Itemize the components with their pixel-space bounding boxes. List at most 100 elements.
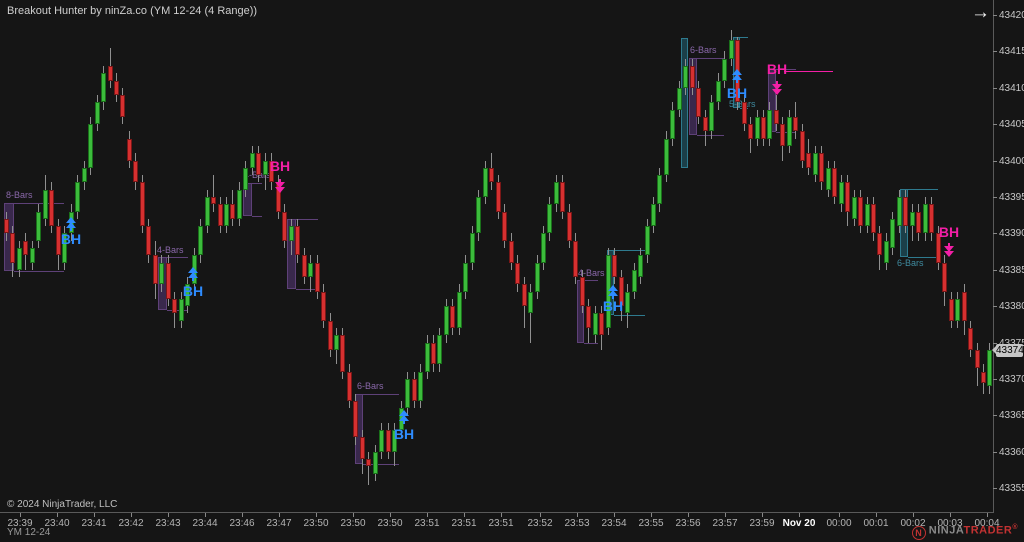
- candle: [800, 131, 805, 160]
- candle: [696, 88, 701, 117]
- bh-signal-line: [784, 71, 833, 72]
- time-axis-tick: [501, 513, 502, 517]
- candle: [502, 212, 507, 241]
- time-axis-tick: [94, 513, 95, 517]
- candle: [586, 306, 591, 328]
- breakout-zone-line: [908, 189, 938, 190]
- breakout-zone-line: [167, 257, 188, 258]
- candle: [82, 168, 87, 183]
- candle: [450, 306, 455, 328]
- bh-signal-label: BH: [384, 426, 424, 442]
- candle: [677, 88, 682, 110]
- candle: [535, 263, 540, 292]
- candle: [95, 102, 100, 124]
- price-axis[interactable]: [993, 0, 994, 513]
- time-axis-tick: [614, 513, 615, 517]
- candle: [36, 212, 41, 241]
- logo-ninja-text: NINJA: [929, 525, 964, 537]
- time-axis-tick: [427, 513, 428, 517]
- candle: [360, 437, 365, 459]
- candle: [334, 335, 339, 350]
- price-axis-tick-label: 43405: [999, 119, 1024, 130]
- candle: [159, 263, 164, 285]
- candle: [528, 292, 533, 314]
- bh-signal-label: BH: [51, 231, 91, 247]
- time-axis-tick: [390, 513, 391, 517]
- ninjatrader-chart-window: 8-Bars4-Bars4-Bars6-Bars4-Bars6-Bars5-Ba…: [0, 0, 1024, 542]
- candle: [755, 117, 760, 139]
- candle: [806, 153, 811, 168]
- candle: [444, 306, 449, 335]
- time-axis-tick: [950, 513, 951, 517]
- candle: [975, 350, 980, 368]
- candle: [774, 110, 779, 125]
- candle: [832, 168, 837, 197]
- candle: [877, 233, 882, 255]
- time-axis-tick: [839, 513, 840, 517]
- candle: [748, 124, 753, 139]
- candle: [942, 263, 947, 292]
- time-axis-tick: [279, 513, 280, 517]
- candle: [172, 299, 177, 314]
- candle: [722, 59, 727, 81]
- candle: [560, 182, 565, 211]
- candle: [218, 204, 223, 226]
- candle: [405, 379, 410, 408]
- candle: [962, 292, 967, 321]
- candle: [780, 124, 785, 146]
- logo-trader-text: TRADER: [963, 525, 1012, 537]
- current-price-tag: 43374: [996, 344, 1023, 357]
- breakout-zone-line: [584, 280, 598, 281]
- candle: [547, 204, 552, 233]
- price-axis-tick-label: 43420: [999, 10, 1024, 21]
- time-axis[interactable]: [0, 512, 994, 513]
- candle: [237, 190, 242, 219]
- candle: [315, 263, 320, 292]
- price-axis-tick: [993, 233, 997, 234]
- time-axis-tick: [987, 513, 988, 517]
- time-axis-tick: [353, 513, 354, 517]
- price-axis-tick: [993, 197, 997, 198]
- time-axis-tick: [168, 513, 169, 517]
- breakout-zone-line: [363, 394, 399, 395]
- candle: [243, 168, 248, 190]
- candle: [923, 204, 928, 233]
- bh-signal-label: BH: [260, 158, 300, 174]
- candle: [23, 241, 28, 256]
- candle: [599, 313, 604, 335]
- price-axis-tick: [993, 452, 997, 453]
- price-axis-tick: [993, 270, 997, 271]
- candle: [457, 292, 462, 328]
- bh-up-arrow-icon: [608, 285, 618, 299]
- candle: [101, 73, 106, 102]
- scroll-to-latest-arrow-icon[interactable]: →: [971, 2, 990, 24]
- candle: [839, 182, 844, 204]
- candle: [554, 182, 559, 204]
- breakout-zone-line: [614, 315, 645, 316]
- price-axis-tick-label: 43390: [999, 228, 1024, 239]
- candle: [412, 379, 417, 401]
- candle: [813, 153, 818, 175]
- candle: [153, 255, 158, 284]
- instrument-tab[interactable]: YM 12-24: [7, 527, 50, 538]
- candle: [573, 241, 578, 277]
- candle: [871, 204, 876, 233]
- price-axis-tick-label: 43395: [999, 192, 1024, 203]
- candle: [75, 182, 80, 211]
- time-axis-tick: [725, 513, 726, 517]
- chart-canvas[interactable]: 8-Bars4-Bars4-Bars6-Bars4-Bars6-Bars5-Ba…: [0, 0, 993, 512]
- candle: [308, 263, 313, 278]
- chart-title: Breakout Hunter by ninZa.co (YM 12-24 (4…: [7, 5, 257, 17]
- breakout-zone-line: [167, 310, 188, 311]
- bh-up-arrow-icon: [188, 267, 198, 281]
- candle-wick: [213, 175, 214, 211]
- bh-down-arrow-icon: [944, 243, 954, 257]
- price-axis-tick-label: 43385: [999, 265, 1024, 276]
- candle: [114, 81, 119, 96]
- bar-count-label: 4-Bars: [157, 245, 184, 255]
- ninjatrader-logo-icon: N: [912, 526, 926, 540]
- candle: [645, 226, 650, 255]
- candle: [638, 255, 643, 277]
- candle: [205, 197, 210, 226]
- candle: [742, 102, 747, 124]
